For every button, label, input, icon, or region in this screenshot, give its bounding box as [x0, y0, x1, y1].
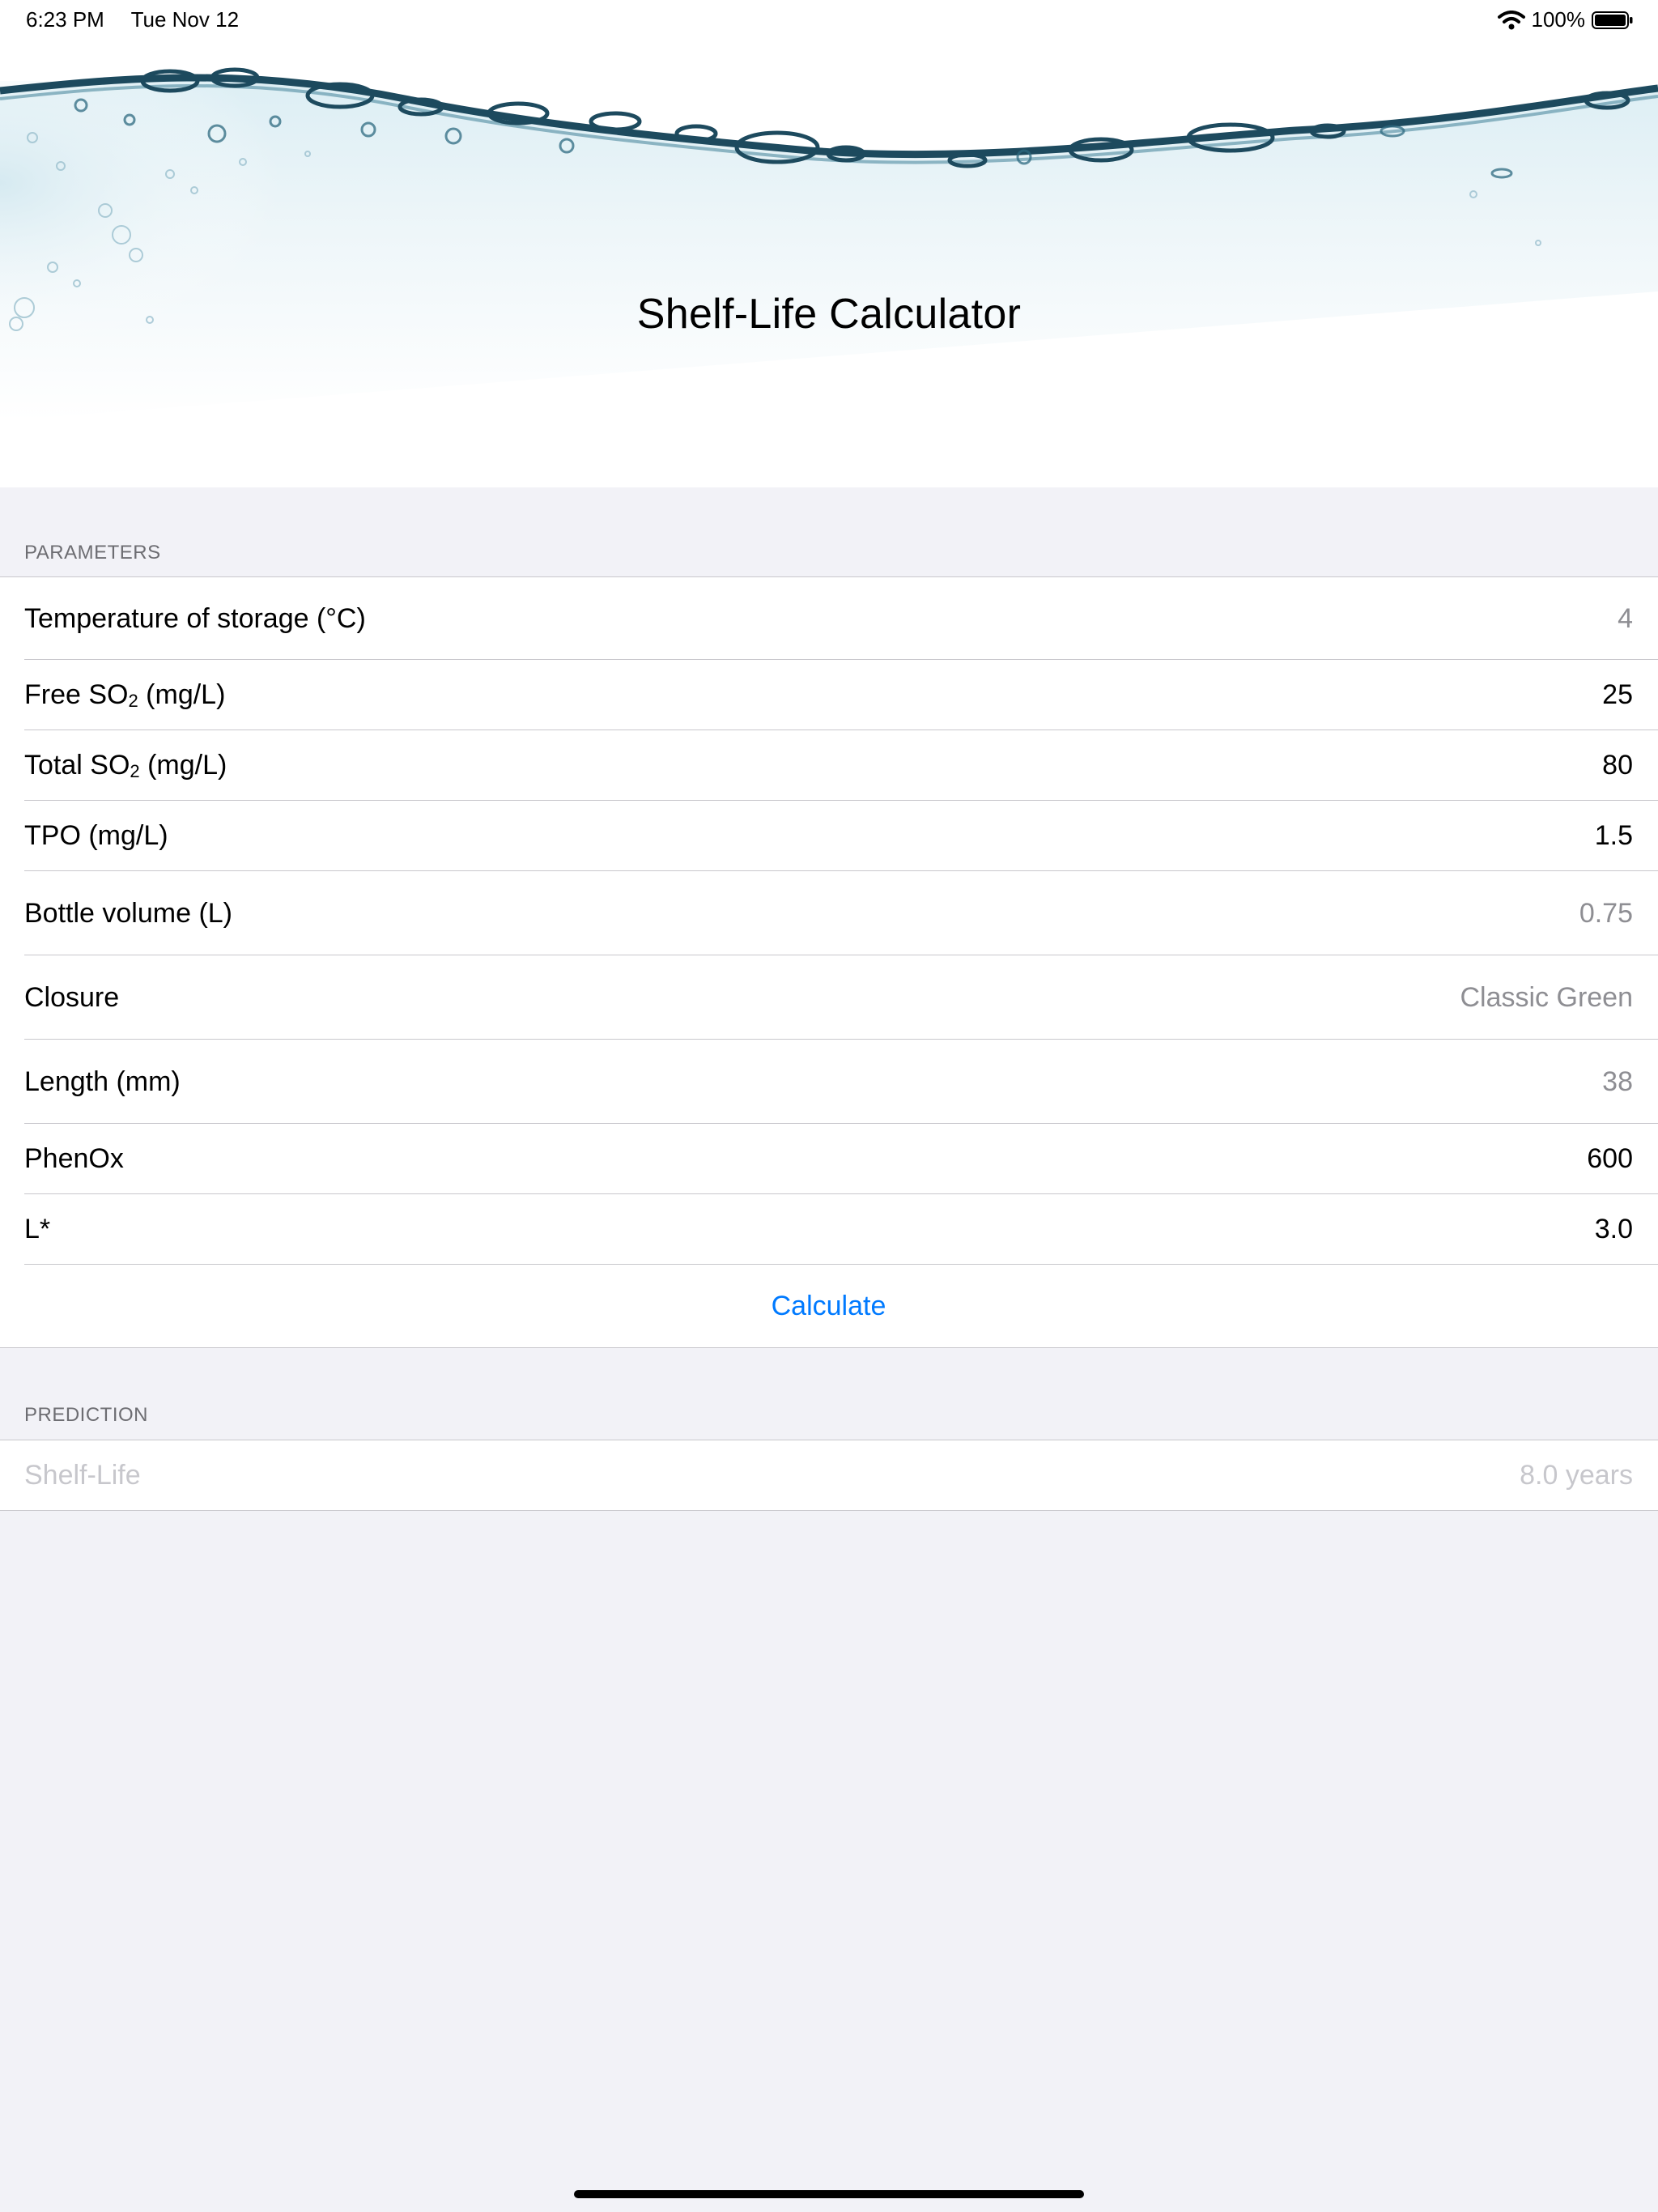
- prediction-list: Shelf-Life 8.0 years: [0, 1440, 1658, 1511]
- total-so2-value[interactable]: 80: [1602, 750, 1633, 781]
- row-label: Temperature of storage (°C): [24, 602, 366, 634]
- row-label: Free SO2 (mg/L): [24, 679, 225, 711]
- row-phenox[interactable]: PhenOx 600: [0, 1124, 1658, 1194]
- label-part: (mg/L): [139, 750, 227, 781]
- row-total-so2[interactable]: Total SO2 (mg/L) 80: [0, 730, 1658, 801]
- status-bar: 6:23 PM Tue Nov 12 100%: [0, 0, 1658, 39]
- shelf-life-label: Shelf-Life: [24, 1459, 141, 1491]
- row-label: Total SO2 (mg/L): [24, 750, 227, 781]
- battery-icon: [1592, 11, 1633, 29]
- row-closure[interactable]: Closure Classic Green: [0, 955, 1658, 1040]
- battery-percentage: 100%: [1531, 7, 1586, 32]
- home-indicator[interactable]: [574, 2190, 1084, 2198]
- row-bottle-volume[interactable]: Bottle volume (L) 0.75: [0, 871, 1658, 955]
- row-calculate[interactable]: Calculate: [0, 1265, 1658, 1347]
- label-subscript: 2: [128, 691, 138, 711]
- section-header-parameters: PARAMETERS: [24, 542, 161, 564]
- row-label: Bottle volume (L): [24, 897, 232, 929]
- status-date: Tue Nov 12: [130, 7, 240, 32]
- tpo-value[interactable]: 1.5: [1595, 820, 1633, 852]
- row-label: Length (mm): [24, 1066, 181, 1097]
- phenox-value[interactable]: 600: [1587, 1143, 1633, 1175]
- lstar-value[interactable]: 3.0: [1595, 1214, 1633, 1245]
- section-header-prediction: PREDICTION: [24, 1404, 149, 1426]
- row-shelf-life: Shelf-Life 8.0 years: [0, 1440, 1658, 1510]
- label-part: Free SO: [24, 679, 129, 710]
- row-label: Closure: [24, 981, 120, 1013]
- wifi-icon: [1497, 10, 1525, 29]
- row-free-so2[interactable]: Free SO2 (mg/L) 25: [0, 660, 1658, 730]
- row-lstar[interactable]: L* 3.0: [0, 1194, 1658, 1265]
- parameters-list: Temperature of storage (°C) 4 Free SO2 (…: [0, 576, 1658, 1348]
- label-part: Total SO: [24, 750, 130, 781]
- temperature-value[interactable]: 4: [1618, 603, 1633, 635]
- label-subscript: 2: [130, 761, 140, 781]
- closure-value[interactable]: Classic Green: [1460, 982, 1633, 1014]
- length-value[interactable]: 38: [1602, 1066, 1633, 1098]
- status-time: 6:23 PM: [26, 7, 104, 32]
- row-tpo[interactable]: TPO (mg/L) 1.5: [0, 801, 1658, 871]
- row-label: PhenOx: [24, 1143, 124, 1174]
- row-length[interactable]: Length (mm) 38: [0, 1040, 1658, 1124]
- row-temperature[interactable]: Temperature of storage (°C) 4: [0, 577, 1658, 660]
- bottle-volume-value[interactable]: 0.75: [1579, 898, 1633, 929]
- water-bubbles-illustration: [0, 67, 1658, 421]
- row-label: L*: [24, 1214, 51, 1244]
- header-banner: Shelf-Life Calculator: [0, 0, 1658, 487]
- label-part: (mg/L): [138, 679, 226, 710]
- page-title: Shelf-Life Calculator: [636, 291, 1022, 338]
- free-so2-value[interactable]: 25: [1602, 679, 1633, 711]
- shelf-life-value: 8.0 years: [1520, 1459, 1633, 1491]
- calculate-button[interactable]: Calculate: [772, 1291, 886, 1322]
- row-label: TPO (mg/L): [24, 820, 168, 851]
